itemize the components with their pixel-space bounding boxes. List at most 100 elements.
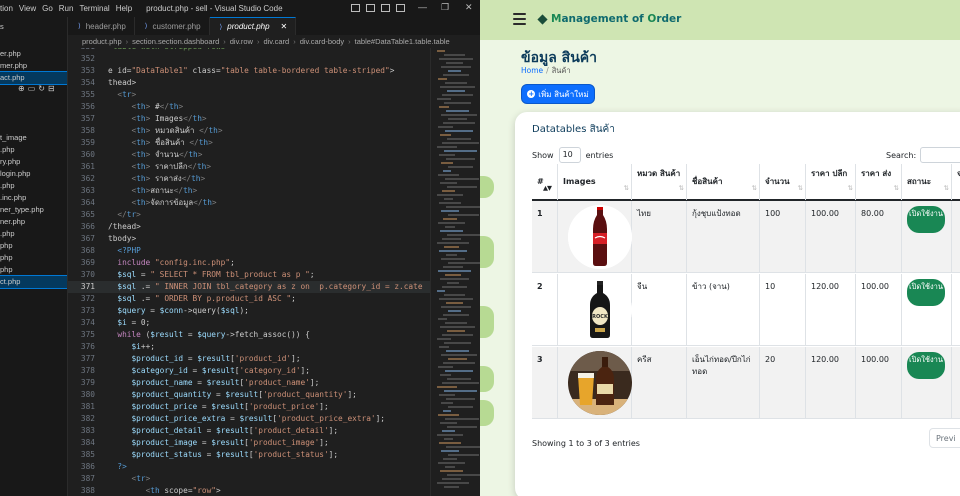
explorer-file-item[interactable]: s (0, 21, 67, 33)
explorer-file-item[interactable]: ct.php (0, 275, 67, 289)
breadcrumb-segment[interactable]: div.card (263, 37, 289, 46)
search-input[interactable] (920, 147, 960, 163)
status-toggle-button[interactable]: เปิดใช้งาน (907, 279, 945, 306)
new-file-icon[interactable]: ⊕ (18, 84, 25, 93)
minimap-line (438, 78, 447, 80)
minimize-icon[interactable]: — (418, 2, 427, 12)
close-window-icon[interactable]: ✕ (465, 2, 473, 13)
previous-page-button[interactable]: Previ (929, 428, 960, 448)
minimap-line (437, 194, 463, 196)
column-header[interactable]: จำนวน ⇅ (760, 164, 806, 200)
column-header[interactable]: # ▲▼ (532, 164, 558, 200)
menu-item-ction[interactable]: ction (0, 4, 19, 13)
toggle-panel-icon[interactable] (366, 4, 375, 12)
breadcrumb-segment[interactable]: product.php (82, 37, 122, 46)
minimap-line (446, 254, 457, 256)
column-header[interactable]: หมวด สินค้า ⇅ (632, 164, 687, 200)
hamburger-menu-icon[interactable] (513, 13, 526, 25)
breadcrumb-segment[interactable]: div.card-body (300, 37, 344, 46)
code-text: $category_id = $result['category_id']; (131, 366, 310, 375)
table-cell: 100.00 (856, 347, 902, 419)
minimap-line (443, 74, 469, 76)
explorer-file-item[interactable]: t_image (0, 132, 67, 144)
plus-icon: + (527, 90, 536, 98)
menu-bar: ctionViewGoRunTerminalHelp (0, 4, 138, 13)
tab-product[interactable]: ⟩ product.php ✕ (209, 17, 297, 35)
explorer-file-item[interactable]: .php (0, 144, 67, 156)
customize-layout-icon[interactable] (396, 4, 405, 12)
collapse-all-icon[interactable]: ⊟ (48, 84, 55, 93)
table-cell: 2 (532, 274, 558, 346)
minimap-line (437, 386, 457, 388)
sort-icon: ▲▼ (543, 184, 552, 192)
add-product-button[interactable]: + เพิ่ม สินค้าใหม่ (521, 84, 595, 104)
column-header[interactable]: ราคา ส่ง ⇅ (856, 164, 902, 200)
minimap-line (447, 234, 480, 236)
entries-select[interactable]: 10 (558, 147, 581, 163)
line-number: 383 (80, 426, 95, 435)
code-text: $product_quantity = $result['product_qua… (131, 390, 357, 399)
explorer-file-item[interactable]: login.php (0, 168, 67, 180)
explorer-file-item[interactable]: php (0, 264, 67, 276)
explorer-file-item[interactable]: ner.php (0, 216, 67, 228)
column-header[interactable]: จ (952, 164, 960, 200)
code-line: 373 $query = $conn->query($sql); (68, 305, 430, 317)
tab-header[interactable]: ⟩ header.php (68, 17, 135, 35)
explorer-file-item[interactable]: php (0, 252, 67, 264)
minimap-line (443, 458, 457, 460)
column-header[interactable]: Images ⇅ (558, 164, 632, 200)
status-toggle-button[interactable]: เปิดใช้งาน (907, 206, 945, 233)
breadcrumb-segment[interactable]: section.section.dashboard (132, 37, 219, 46)
tab-customer[interactable]: ⟩ customer.php (135, 17, 210, 35)
status-toggle-button[interactable]: เปิดใช้งาน (907, 352, 945, 379)
toggle-sidebar-icon[interactable] (351, 4, 360, 12)
minimap[interactable] (430, 48, 480, 496)
minimap-line (442, 238, 461, 240)
explorer-file-item[interactable]: php (0, 240, 67, 252)
breadcrumb-segment[interactable]: table#DataTable1.table.table (355, 37, 450, 46)
menu-item-go[interactable]: Go (42, 4, 59, 13)
menu-item-help[interactable]: Help (116, 4, 138, 13)
code-text: <th> ราคาปลีก</th> (131, 162, 212, 171)
explorer-file-item[interactable]: er.php (0, 48, 67, 60)
menu-item-terminal[interactable]: Terminal (79, 4, 115, 13)
explorer-file-item[interactable]: .inc.php (0, 192, 67, 204)
code-text: $sql .= " INNER JOIN tbl_category as z o… (117, 282, 423, 291)
line-number: 355 (80, 90, 95, 99)
table-search: Search: (886, 147, 960, 163)
php-file-icon: ⟩ (144, 23, 148, 30)
toggle-secondary-sidebar-icon[interactable] (381, 4, 390, 12)
explorer-file-item[interactable]: ry.php (0, 156, 67, 168)
web-app: Management of Order ข้อมูล สินค้า Home / ส… (480, 0, 960, 496)
close-tab-icon[interactable]: ✕ (281, 22, 288, 31)
explorer-file-item[interactable]: mer.php (0, 60, 67, 72)
code-editor[interactable]: 351 table with stripped rows -->352353e … (68, 48, 430, 496)
column-header-label: หมวด สินค้า (637, 169, 681, 178)
minimap-line (438, 366, 453, 368)
column-header[interactable]: สถานะ ⇅ (902, 164, 952, 200)
code-line: 352 (68, 53, 430, 65)
table-cell: 100 (760, 201, 806, 273)
cell-name: เอ็นไก่ทอด/ปีกไก่ทอด (692, 355, 751, 376)
code-text: <tr> (117, 90, 137, 99)
minimap-line (440, 422, 457, 424)
code-text: $product_detail = $result['product_detai… (131, 426, 339, 435)
refresh-icon[interactable]: ↻ (38, 84, 45, 93)
cell-price: 100.00 (811, 209, 839, 218)
breadcrumb-home-link[interactable]: Home (521, 66, 543, 75)
breadcrumb-segment[interactable]: div.row (230, 37, 253, 46)
maximize-icon[interactable]: ❐ (441, 2, 449, 13)
menu-item-view[interactable]: View (19, 4, 42, 13)
minimap-line (447, 282, 459, 284)
column-header[interactable]: ชื่อสินค้า ⇅ (687, 164, 760, 200)
tab-label: product.php (227, 22, 270, 31)
menu-item-run[interactable]: Run (59, 4, 80, 13)
column-header[interactable]: ราคา ปลีก ⇅ (806, 164, 856, 200)
code-line: 376 $i++; (68, 341, 430, 353)
explorer-file-item[interactable]: act.php (0, 71, 67, 85)
explorer-file-item[interactable]: ner_type.php (0, 204, 67, 216)
new-folder-icon[interactable]: ▭ (28, 84, 36, 93)
explorer-file-item[interactable]: .php (0, 180, 67, 192)
explorer-file-item[interactable]: .php (0, 228, 67, 240)
brand-logo[interactable]: Management of Order (537, 13, 681, 25)
